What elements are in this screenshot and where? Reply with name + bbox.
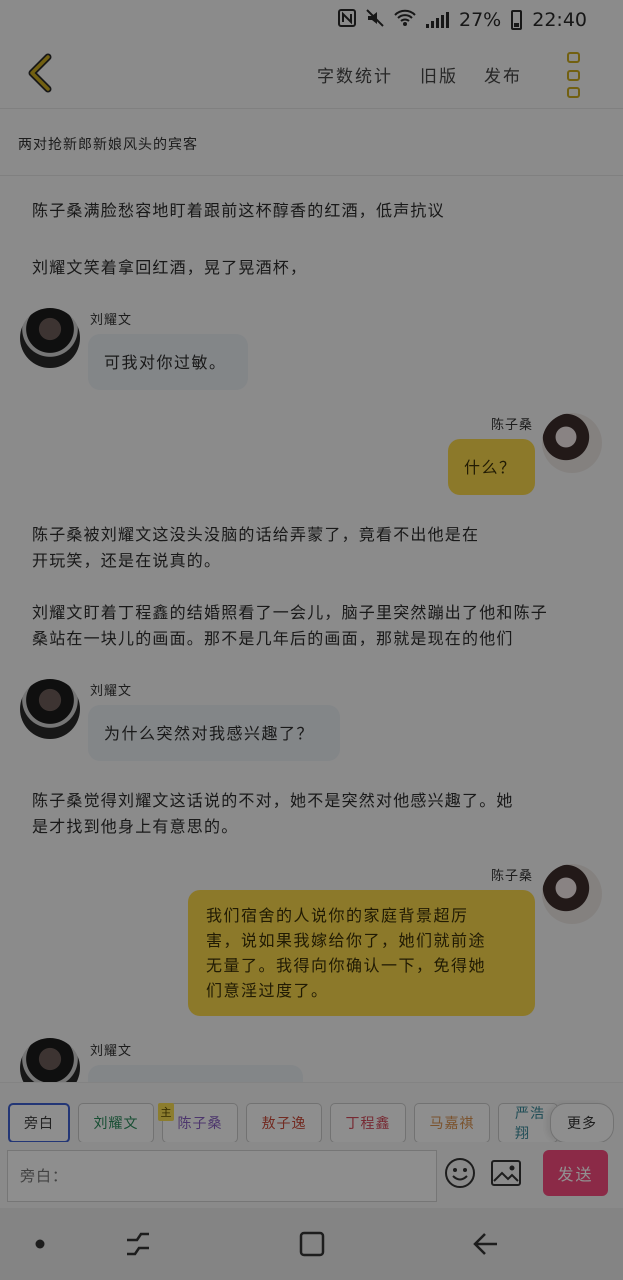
dialogue-bubble[interactable]: 我们宿舍的人说你的家庭背景超厉 害，说如果我嫁给你了，她们就前途 无量了。我得向… — [188, 890, 535, 1016]
dialogue-text: 为什么突然对我感兴趣了？ — [104, 723, 315, 743]
speaker-name: 刘耀文 — [90, 1044, 133, 1059]
character-chip-liu-yaowen[interactable]: 刘耀文 — [78, 1103, 154, 1143]
dialogue-bubble[interactable] — [88, 1065, 303, 1082]
speaker-name: 刘耀文 — [90, 313, 133, 328]
dialogue-text: 可我对你过敏。 — [104, 352, 227, 372]
character-chip-ding-chengxin[interactable]: 丁程鑫 — [330, 1103, 406, 1143]
more-menu-icon[interactable] — [562, 52, 584, 98]
more-characters-button[interactable]: 更多 — [550, 1103, 614, 1143]
speaker-name: 刘耀文 — [90, 684, 133, 699]
narration-line: 桑站在一块儿的画面。那不是几年后的画面，那就是现在的他们 — [32, 629, 514, 648]
avatar-chen-zisang[interactable] — [542, 413, 602, 473]
send-button[interactable]: 发送 — [543, 1150, 608, 1196]
dialogue-text: 们意淫过度了。 — [206, 981, 329, 1000]
dialogue-text: 无量了。我得向你确认一下，免得她 — [206, 956, 487, 975]
dialogue-text: 什么？ — [464, 457, 517, 477]
speaker-name: 陈子桑 — [490, 869, 533, 884]
image-icon[interactable] — [490, 1159, 522, 1187]
recent-apps-icon[interactable] — [118, 1228, 158, 1260]
narration-block[interactable]: 刘耀文盯着丁程鑫的结婚照看了一会儿，脑子里突然蹦出了他和陈子 桑站在一块儿的画面… — [32, 600, 548, 652]
story-title-bar: 两对抢新郎新娘风头的宾客 — [0, 108, 623, 176]
narration-line: 是才找到他身上有意思的。 — [32, 817, 239, 836]
narration-chip[interactable]: 旁白 — [8, 1103, 70, 1143]
narration-line[interactable]: 陈子桑满脸愁容地盯着跟前这杯醇香的红酒，低声抗议 — [32, 198, 445, 224]
message-input[interactable] — [7, 1150, 437, 1202]
narration-block[interactable]: 陈子桑被刘耀文这没头没脑的话给弄蒙了，竟看不出他是在 开玩笑，还是在说真的。 — [32, 522, 479, 574]
narration-line[interactable]: 刘耀文笑着拿回红酒，晃了晃酒杯， — [32, 255, 307, 281]
nfc-icon — [338, 8, 356, 32]
input-row: 发送 — [0, 1142, 623, 1208]
mute-icon — [366, 8, 384, 32]
story-title[interactable]: 两对抢新郎新娘风头的宾客 — [18, 134, 198, 154]
clock: 22:40 — [532, 9, 587, 31]
battery-icon — [511, 10, 523, 30]
narration-block[interactable]: 陈子桑觉得刘耀文这话说的不对，她不是突然对他感兴趣了。她 是才找到他身上有意思的… — [32, 788, 514, 840]
speaker-name: 陈子桑 — [490, 418, 533, 433]
narration-line: 刘耀文盯着丁程鑫的结婚照看了一会儿，脑子里突然蹦出了他和陈子 — [32, 603, 549, 622]
avatar-liu-yaowen[interactable] — [20, 679, 80, 739]
wifi-icon — [394, 9, 416, 32]
publish-button[interactable]: 发布 — [484, 62, 522, 87]
nav-dot-icon[interactable] — [20, 1228, 60, 1260]
character-chip-ao-ziyi[interactable]: 敖子逸 — [246, 1103, 322, 1143]
emoji-icon[interactable] — [444, 1157, 476, 1189]
avatar-liu-yaowen[interactable] — [20, 1038, 80, 1082]
character-chip-ma-jiaqi[interactable]: 马嘉祺 — [414, 1103, 490, 1143]
battery-percent: 27% — [459, 9, 502, 31]
narration-line: 开玩笑，还是在说真的。 — [32, 551, 222, 570]
avatar-chen-zisang[interactable] — [542, 864, 602, 924]
main-character-badge: 主 — [158, 1103, 174, 1121]
nav-back-icon[interactable] — [466, 1228, 506, 1260]
dialogue-bubble[interactable]: 可我对你过敏。 — [88, 334, 248, 390]
narration-line: 陈子桑被刘耀文这没头没脑的话给弄蒙了，竟看不出他是在 — [32, 525, 480, 544]
character-chip-yan-haoxiang[interactable]: 严浩翔 — [498, 1103, 558, 1143]
top-bar: 字数统计 旧版 发布 — [0, 40, 623, 108]
old-version-button[interactable]: 旧版 — [420, 62, 458, 87]
dialogue-bubble[interactable]: 为什么突然对我感兴趣了？ — [88, 705, 340, 761]
status-bar: 27% 22:40 — [0, 0, 623, 40]
narration-line: 陈子桑觉得刘耀文这话说的不对，她不是突然对他感兴趣了。她 — [32, 791, 514, 810]
word-count-button[interactable]: 字数统计 — [317, 62, 393, 87]
screen: 27% 22:40 字数统计 旧版 发布 两对抢新郎新娘风头的宾客 陈子桑满脸愁… — [0, 0, 623, 1280]
system-nav-bar — [0, 1208, 623, 1280]
home-icon[interactable] — [292, 1228, 332, 1260]
avatar-liu-yaowen[interactable] — [20, 308, 80, 368]
back-button[interactable] — [18, 50, 62, 96]
dialogue-bubble[interactable]: 什么？ — [448, 439, 535, 495]
story-content[interactable]: 陈子桑满脸愁容地盯着跟前这杯醇香的红酒，低声抗议 刘耀文笑着拿回红酒，晃了晃酒杯… — [0, 176, 623, 1082]
dialogue-text: 害，说如果我嫁给你了，她们就前途 — [206, 931, 487, 950]
signal-icon — [426, 12, 449, 28]
back-arrow-icon — [28, 53, 52, 93]
character-selector: 旁白 刘耀文 陈子桑 主 敖子逸 丁程鑫 马嘉祺 严浩翔 更多 — [0, 1082, 623, 1143]
dialogue-text: 我们宿舍的人说你的家庭背景超厉 — [206, 906, 469, 925]
